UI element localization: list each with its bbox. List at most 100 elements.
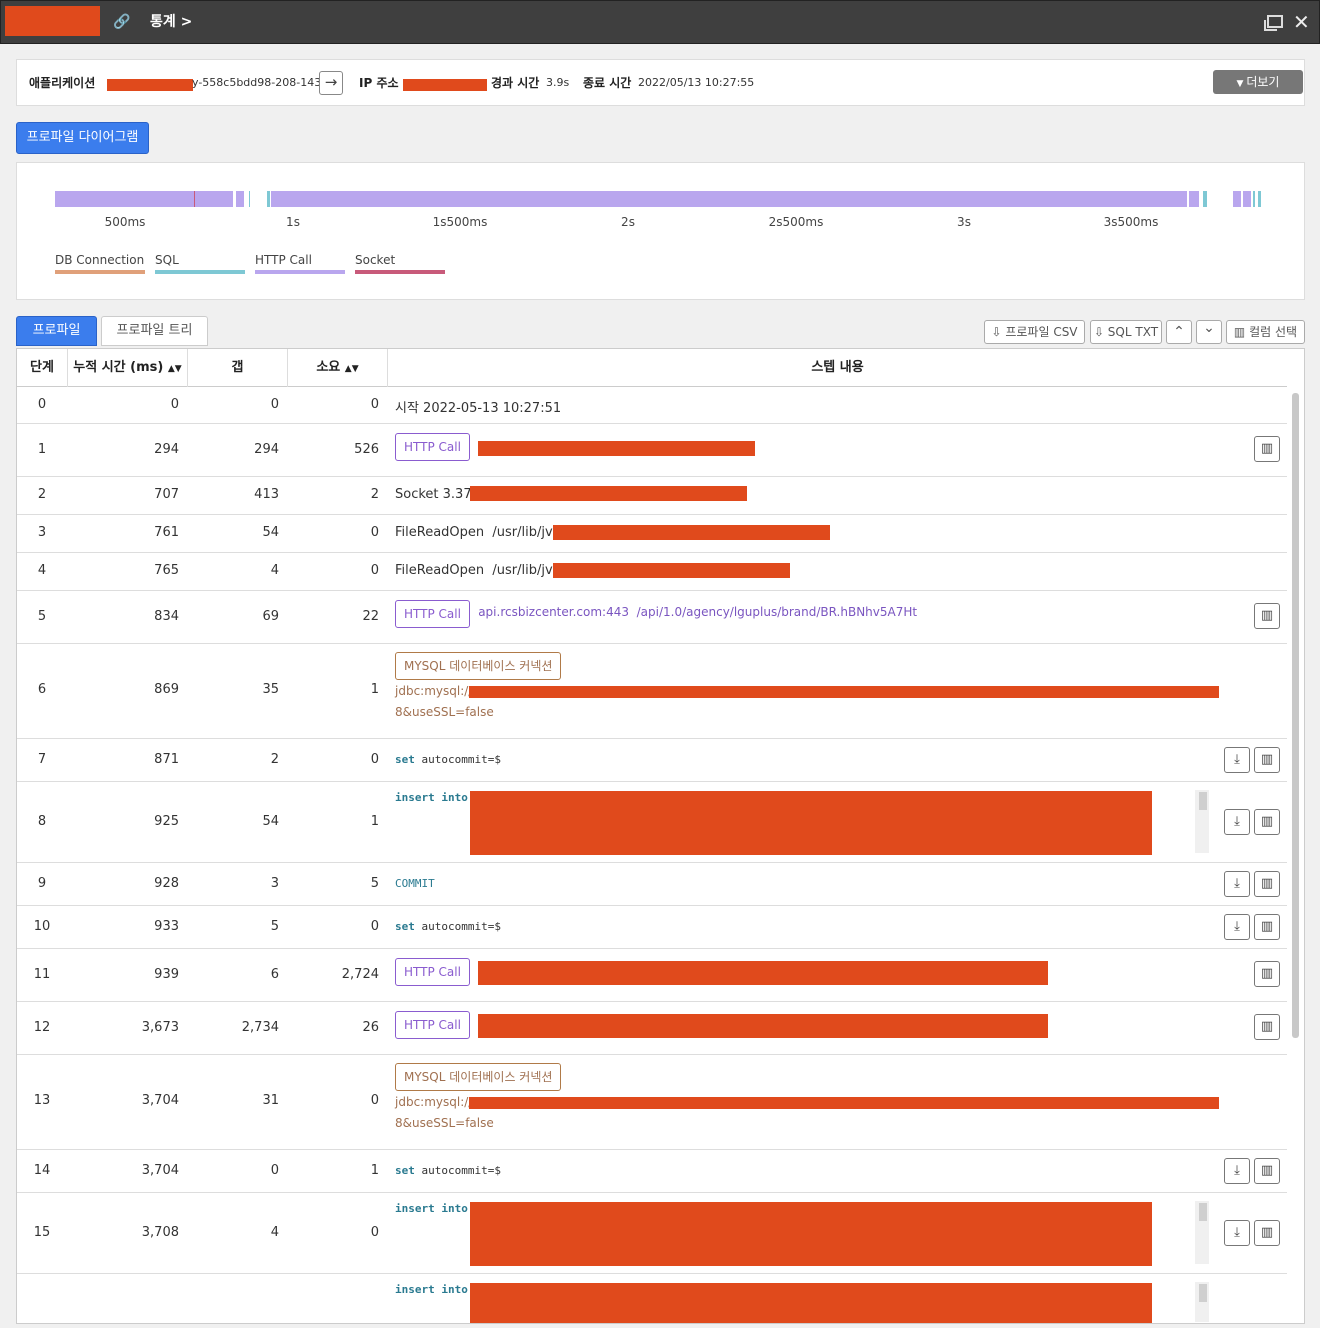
download-icon[interactable]: ⤓ xyxy=(1224,809,1250,835)
table-row[interactable]: 3 761 54 0 FileReadOpen /usr/lib/jvm/ xyxy=(17,515,1287,553)
http-segment[interactable] xyxy=(1189,191,1199,207)
sql-txt-button[interactable]: ⇩ SQL TXT xyxy=(1090,320,1162,344)
tab-profile-tree[interactable]: 프로파일 트리 xyxy=(101,316,208,346)
http-call-badge[interactable]: HTTP Call xyxy=(395,1011,470,1039)
redacted xyxy=(478,1014,1048,1038)
http-call-badge[interactable]: HTTP Call xyxy=(395,433,470,461)
table-row[interactable]: 10 933 5 0 set autocommit=$ ⤓ ▥ xyxy=(17,906,1287,949)
tick-label: 1s500ms xyxy=(432,215,488,229)
column-select-button[interactable]: ▥ 컬럼 선택 xyxy=(1226,320,1305,344)
link-icon[interactable]: 🔗 xyxy=(113,14,130,30)
sql-segment[interactable] xyxy=(1203,191,1207,207)
table-row[interactable]: 11 939 6 2,724 HTTP Call ▥ xyxy=(17,949,1287,1002)
chart-icon[interactable]: ▥ xyxy=(1254,961,1280,987)
table-row[interactable]: 6 869 35 1 MYSQL 데이터베이스 커넥션 jdbc:mysql:/… xyxy=(17,644,1287,739)
table-header: 단계 누적 시간 (ms) ▲▼ 갭 소요 ▲▼ 스텝 내용 xyxy=(17,349,1287,387)
more-button[interactable]: ▼ 더보기 xyxy=(1213,70,1303,94)
legend-http-call[interactable]: HTTP Call xyxy=(255,253,345,274)
table-row[interactable]: 14 3,704 0 1 set autocommit=$ ⤓ ▥ xyxy=(17,1150,1287,1193)
sql-segment[interactable] xyxy=(249,191,250,207)
cumulative-cell: 939 xyxy=(154,967,179,982)
sql-segment[interactable] xyxy=(1258,191,1261,207)
download-icon[interactable]: ⤓ xyxy=(1224,871,1250,897)
legend-db-connection[interactable]: DB Connection xyxy=(55,253,145,274)
jdbc-params: 8&useSSL=false xyxy=(395,1116,494,1130)
profile-diagram-button[interactable]: 프로파일 다이어그램 xyxy=(16,122,149,154)
gap-cell: 31 xyxy=(262,1093,279,1108)
mysql-connection-badge[interactable]: MYSQL 데이터베이스 커넥션 xyxy=(395,652,562,680)
sql-scrollbar[interactable] xyxy=(1195,1282,1209,1322)
table-row[interactable]: 12 3,673 2,734 26 HTTP Call ▥ xyxy=(17,1002,1287,1055)
chart-icon[interactable]: ▥ xyxy=(1254,871,1280,897)
table-row[interactable]: 4 765 4 0 FileReadOpen /usr/lib/jvm/ xyxy=(17,553,1287,591)
gap-cell: 35 xyxy=(262,682,279,697)
http-segment[interactable] xyxy=(271,191,1187,207)
redacted xyxy=(553,525,830,540)
legend-sql[interactable]: SQL xyxy=(155,253,245,274)
chart-icon[interactable]: ▥ xyxy=(1254,914,1280,940)
table-row[interactable]: 0 0 0 0 시작 2022-05-13 10:27:51 xyxy=(17,387,1287,424)
sql-scrollbar[interactable] xyxy=(1195,790,1209,853)
col-cumulative[interactable]: 누적 시간 (ms) ▲▼ xyxy=(68,349,188,387)
http-segment[interactable] xyxy=(55,191,233,207)
chart-icon[interactable]: ▥ xyxy=(1254,436,1280,462)
table-row[interactable]: insert into xyxy=(17,1274,1287,1323)
profile-csv-button[interactable]: ⇩ 프로파일 CSV xyxy=(984,320,1085,344)
cumulative-cell: 707 xyxy=(154,487,179,502)
chart-icon[interactable]: ▥ xyxy=(1254,747,1280,773)
tab-profile[interactable]: 프로파일 xyxy=(16,316,97,346)
table-row[interactable]: 15 3,708 4 0 insert into ⤓ ▥ xyxy=(17,1193,1287,1274)
close-icon[interactable]: ✕ xyxy=(1293,10,1310,34)
sql-segment[interactable] xyxy=(1253,191,1255,207)
sql-scrollbar[interactable] xyxy=(1195,1201,1209,1264)
duration-cell: 2,724 xyxy=(341,967,379,982)
duration-cell: 0 xyxy=(370,919,379,934)
table-row[interactable]: 2 707 413 2 Socket 3.37. xyxy=(17,477,1287,515)
legend-socket[interactable]: Socket xyxy=(355,253,445,274)
chart-icon[interactable]: ▥ xyxy=(1254,1014,1280,1040)
table-row[interactable]: 8 925 54 1 insert into ⤓ ▥ xyxy=(17,782,1287,863)
table-scrollbar[interactable] xyxy=(1292,393,1299,1038)
maximize-icon[interactable] xyxy=(1264,15,1283,31)
sql-segment[interactable] xyxy=(267,191,270,207)
duration-cell: 0 xyxy=(370,563,379,578)
chart-icon[interactable]: ▥ xyxy=(1254,809,1280,835)
col-duration[interactable]: 소요 ▲▼ xyxy=(288,349,388,387)
redacted xyxy=(107,79,193,91)
cumulative-cell: 3,673 xyxy=(141,1020,179,1035)
sort-icon[interactable]: ▲▼ xyxy=(345,364,359,374)
col-gap[interactable]: 갭 xyxy=(188,349,288,387)
http-url[interactable]: api.rcsbizcenter.com:443 /api/1.0/agency… xyxy=(478,605,917,619)
http-segment[interactable] xyxy=(1233,191,1241,207)
socket-segment[interactable] xyxy=(194,191,195,207)
duration-cell: 0 xyxy=(370,525,379,540)
download-icon[interactable]: ⤓ xyxy=(1224,1158,1250,1184)
sql-text: set autocommit=$ xyxy=(395,1164,501,1177)
download-icon[interactable]: ⤓ xyxy=(1224,914,1250,940)
info-bar: 애플리케이션 y-558c5bdd98-208-143 → IP 주소 경과 시… xyxy=(16,59,1305,106)
http-segment[interactable] xyxy=(236,191,244,207)
table-row[interactable]: 5 834 69 22 HTTP Call api.rcsbizcenter.c… xyxy=(17,591,1287,644)
chart-icon[interactable]: ▥ xyxy=(1254,603,1280,629)
chevron-up-icon[interactable]: ⌃ xyxy=(1166,320,1192,344)
table-row[interactable]: 1 294 294 526 HTTP Call ▥ xyxy=(17,424,1287,477)
http-segment[interactable] xyxy=(1243,191,1251,207)
table-row[interactable]: 13 3,704 31 0 MYSQL 데이터베이스 커넥션 jdbc:mysq… xyxy=(17,1055,1287,1150)
chart-icon[interactable]: ▥ xyxy=(1254,1158,1280,1184)
sort-icon[interactable]: ▲▼ xyxy=(168,364,182,374)
chart-icon[interactable]: ▥ xyxy=(1254,1220,1280,1246)
step-cell: 6 xyxy=(37,682,47,697)
go-app-button[interactable]: → xyxy=(319,71,343,95)
download-icon[interactable]: ⤓ xyxy=(1224,747,1250,773)
download-icon[interactable]: ⤓ xyxy=(1224,1220,1250,1246)
redacted xyxy=(470,486,747,501)
step-cell: 10 xyxy=(33,919,51,934)
cumulative-cell: 834 xyxy=(154,609,179,624)
col-step[interactable]: 단계 xyxy=(17,349,68,387)
table-row[interactable]: 9 928 3 5 COMMIT ⤓ ▥ xyxy=(17,863,1287,906)
http-call-badge[interactable]: HTTP Call xyxy=(395,958,470,986)
table-row[interactable]: 7 871 2 0 set autocommit=$ ⤓ ▥ xyxy=(17,739,1287,782)
mysql-connection-badge[interactable]: MYSQL 데이터베이스 커넥션 xyxy=(395,1063,562,1091)
chevron-down-icon[interactable]: ⌄ xyxy=(1196,320,1222,344)
http-call-badge[interactable]: HTTP Call xyxy=(395,600,470,628)
